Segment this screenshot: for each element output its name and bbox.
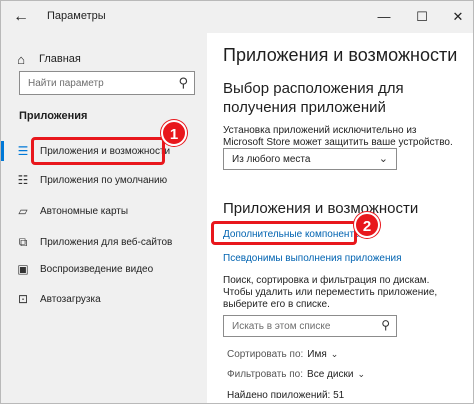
list-search-placeholder: Искать в этом списке bbox=[232, 321, 331, 332]
dropdown-value: Из любого места bbox=[232, 154, 311, 165]
filter-value: Все диски bbox=[307, 369, 354, 380]
sidebar-item-web-apps[interactable]: ⧉ Приложения для веб-сайтов bbox=[1, 227, 207, 257]
sort-by-control[interactable]: Сортировать по: Имя ⌄ bbox=[227, 349, 338, 360]
title-bar: ← Параметры — ☐ ✕ bbox=[1, 1, 473, 33]
close-button[interactable]: ✕ bbox=[443, 5, 473, 29]
sort-label: Сортировать по: bbox=[227, 349, 304, 360]
apps-list-icon: ☰ bbox=[17, 144, 29, 158]
features-description: Поиск, сортировка и фильтрация по дискам… bbox=[223, 275, 438, 310]
sidebar-item-video[interactable]: ▣ Воспроизведение видео bbox=[1, 254, 207, 284]
home-label: Главная bbox=[39, 53, 81, 65]
maximize-button[interactable]: ☐ bbox=[407, 5, 437, 29]
install-location-dropdown[interactable]: Из любого места ⌄ bbox=[223, 148, 397, 170]
sidebar-item-label: Приложения по умолчанию bbox=[40, 174, 168, 186]
sidebar-item-offline-maps[interactable]: ▱ Автономные карты bbox=[1, 196, 207, 226]
sidebar-item-label: Воспроизведение видео bbox=[40, 263, 154, 275]
window-title: Параметры bbox=[47, 10, 106, 22]
chevron-down-icon: ⌄ bbox=[357, 369, 365, 379]
sidebar-item-label: Приложения для веб-сайтов bbox=[40, 236, 173, 248]
filter-label: Фильтровать по: bbox=[227, 369, 304, 380]
install-location-description: Установка приложений исключительно из Mi… bbox=[223, 125, 453, 148]
filter-by-control[interactable]: Фильтровать по: Все диски ⌄ bbox=[227, 369, 365, 380]
video-icon: ▣ bbox=[17, 262, 29, 276]
search-icon: ⚲ bbox=[178, 75, 188, 90]
back-arrow-icon[interactable]: ← bbox=[11, 7, 31, 27]
sidebar-section-title: Приложения bbox=[19, 110, 88, 122]
active-indicator bbox=[1, 141, 4, 161]
default-apps-icon: ☷ bbox=[17, 173, 29, 187]
features-heading: Приложения и возможности bbox=[223, 200, 419, 217]
annotation-badge-2: 2 bbox=[354, 212, 380, 238]
search-placeholder: Найти параметр bbox=[28, 78, 104, 89]
sidebar-item-startup[interactable]: ⊡ Автозагрузка bbox=[1, 284, 207, 314]
annotation-badge-1: 1 bbox=[161, 120, 187, 146]
sidebar-item-default-apps[interactable]: ☷ Приложения по умолчанию bbox=[1, 165, 207, 195]
sidebar-home[interactable]: ⌂ Главная bbox=[11, 49, 81, 69]
minimize-button[interactable]: — bbox=[369, 5, 399, 29]
home-icon: ⌂ bbox=[17, 51, 25, 67]
map-icon: ▱ bbox=[18, 204, 28, 218]
app-list-search-input[interactable]: Искать в этом списке ⚲ bbox=[223, 315, 397, 337]
main-content: Приложения и возможности Выбор расположе… bbox=[207, 33, 473, 403]
startup-icon: ⊡ bbox=[17, 292, 29, 306]
search-icon: ⚲ bbox=[381, 318, 390, 332]
install-location-heading: Выбор расположения для получения приложе… bbox=[223, 80, 404, 116]
chevron-down-icon: ⌄ bbox=[330, 349, 339, 359]
sidebar-item-label: Автозагрузка bbox=[40, 293, 101, 305]
sort-value: Имя bbox=[307, 349, 327, 360]
app-execution-aliases-link[interactable]: Псевдонимы выполнения приложения bbox=[223, 253, 402, 264]
chevron-down-icon: ⌄ bbox=[378, 153, 388, 165]
sidebar-item-label: Автономные карты bbox=[40, 205, 129, 217]
sidebar: ⌂ Главная Найти параметр ⚲ Приложения ☰ … bbox=[1, 33, 207, 403]
annotation-highlight-2 bbox=[211, 221, 357, 245]
settings-window: ← Параметры — ☐ ✕ ⌂ Главная Найти параме… bbox=[0, 0, 474, 404]
page-title: Приложения и возможности bbox=[223, 45, 458, 65]
apps-found-count: Найдено приложений: 51 bbox=[227, 390, 345, 398]
annotation-highlight-1 bbox=[31, 137, 165, 165]
settings-search-input[interactable]: Найти параметр ⚲ bbox=[19, 71, 195, 95]
web-apps-icon: ⧉ bbox=[18, 234, 28, 249]
